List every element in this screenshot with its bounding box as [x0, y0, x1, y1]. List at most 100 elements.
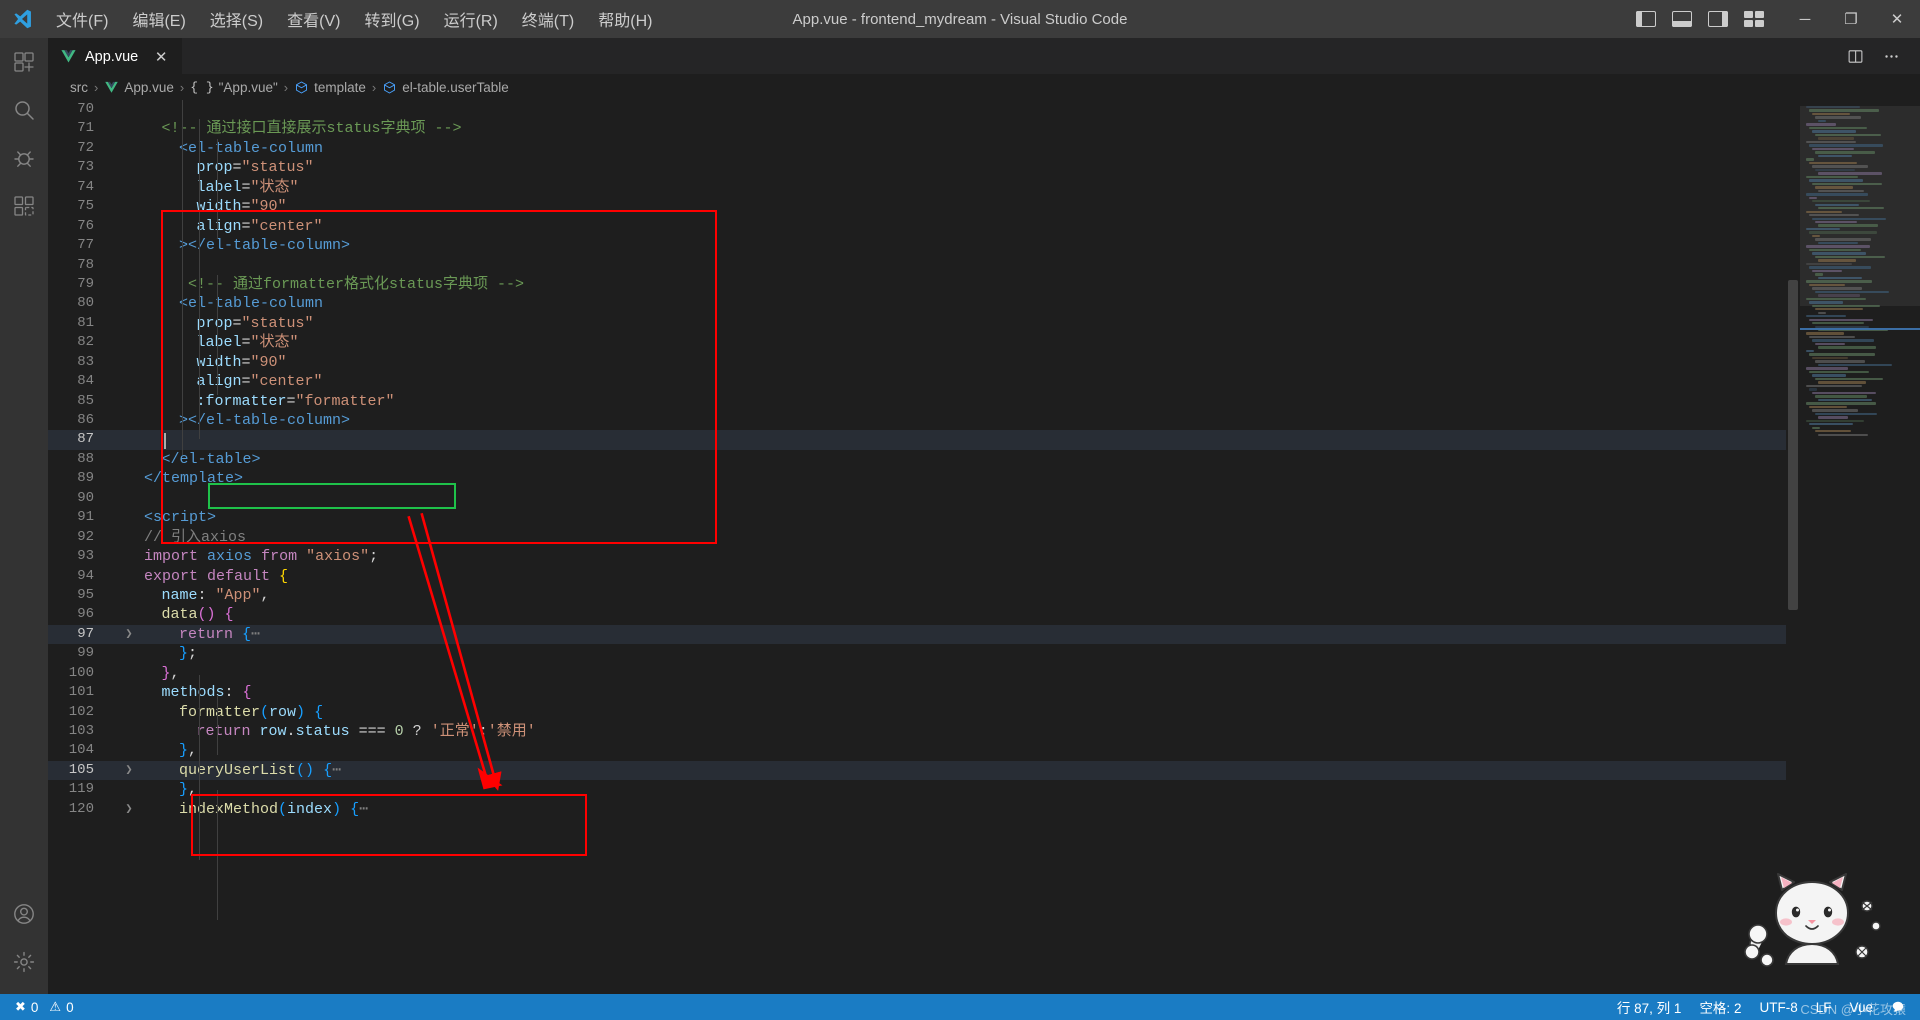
close-icon[interactable]: ✕: [152, 48, 170, 66]
code-token: }: [161, 664, 171, 682]
code-line[interactable]: 90: [48, 489, 1786, 508]
code-line[interactable]: 96 data() {: [48, 605, 1786, 624]
vscode-logo-icon: [0, 8, 44, 30]
code-line[interactable]: 70: [48, 100, 1786, 119]
menu-help[interactable]: 帮助(H): [586, 3, 664, 35]
more-actions-icon[interactable]: [1880, 46, 1902, 66]
status-editor-indentation[interactable]: 空格: 2: [1690, 994, 1750, 1020]
code-line[interactable]: 103 return row.status === 0 ? '正常':'禁用': [48, 722, 1786, 741]
close-button[interactable]: ✕: [1874, 0, 1920, 38]
code-line[interactable]: 92 // 引入axios: [48, 528, 1786, 547]
code-line[interactable]: 102 formatter(row) {: [48, 703, 1786, 722]
code-line[interactable]: 82 label="状态": [48, 333, 1786, 352]
code-token: </template>: [144, 470, 244, 488]
code-scroll-area[interactable]: 70 71 <!-- 通过接口直接展示status字典项 --> 72 <el-tabl…: [48, 100, 1786, 994]
accounts-icon[interactable]: [0, 890, 48, 938]
maximize-button[interactable]: ❐: [1828, 0, 1874, 38]
breadcrumb-item-file[interactable]: App.vue: [104, 80, 174, 95]
code-line[interactable]: 93 import axios from "axios";: [48, 547, 1786, 566]
menu-bar[interactable]: 文件(F) 编辑(E) 选择(S) 查看(V) 转到(G) 运行(R) 终端(T…: [44, 3, 664, 35]
breadcrumb-item-template[interactable]: template: [294, 80, 366, 95]
extensions-icon[interactable]: [0, 182, 48, 230]
status-editor-position[interactable]: 行 87, 列 1: [1608, 994, 1691, 1020]
code-line[interactable]: 72 <el-table-column: [48, 139, 1786, 158]
code-line[interactable]: 104},: [48, 741, 1786, 760]
status-feedback-icon[interactable]: [1882, 994, 1914, 1020]
toggle-secondary-sidebar-icon[interactable]: [1708, 10, 1728, 28]
code-token: ,: [260, 586, 270, 604]
code-line[interactable]: 76 align="center": [48, 217, 1786, 236]
code-token: 0: [394, 723, 404, 740]
code-line[interactable]: 97 ❯ return {⋯: [48, 624, 1786, 645]
code-token: =: [232, 314, 242, 332]
minimap[interactable]: [1800, 100, 1920, 994]
code-token: </el-table>: [161, 450, 261, 468]
code-line[interactable]: 119},: [48, 780, 1786, 799]
code-line[interactable]: 101 methods: {: [48, 683, 1786, 702]
code-line[interactable]: 86 ></el-table-column>: [48, 411, 1786, 430]
settings-gear-icon[interactable]: [0, 938, 48, 986]
minimap-line: [1809, 126, 1867, 130]
code-line[interactable]: 84 align="center": [48, 372, 1786, 391]
line-number: 94: [77, 567, 94, 584]
window-controls[interactable]: ─ ❐ ✕: [1782, 0, 1920, 38]
code-token: ): [332, 800, 342, 818]
code-line[interactable]: 99};: [48, 644, 1786, 663]
code-line[interactable]: 88 </el-table>: [48, 450, 1786, 469]
code-line[interactable]: 79 <!-- 通过formatter格式化status字典项 -->: [48, 275, 1786, 294]
code-line[interactable]: 73 prop="status": [48, 158, 1786, 177]
code-line[interactable]: 80 <el-table-column: [48, 294, 1786, 313]
breadcrumb-item-symbol-root[interactable]: { } "App.vue": [190, 80, 278, 95]
fold-chevron-icon[interactable]: ❯: [120, 800, 138, 819]
code-line[interactable]: 120 ❯ indexMethod(index) {⋯: [48, 800, 1786, 819]
status-editor-eol[interactable]: LF: [1807, 994, 1841, 1020]
breadcrumb-item-el-table[interactable]: el-table.userTable: [382, 80, 509, 95]
layout-controls[interactable]: [1636, 10, 1782, 28]
fold-chevron-icon[interactable]: ❯: [120, 761, 138, 780]
fold-chevron-icon[interactable]: ❯: [120, 625, 138, 644]
menu-go[interactable]: 转到(G): [352, 3, 431, 35]
tab-app-vue[interactable]: App.vue ✕: [48, 38, 183, 74]
code-line[interactable]: 95 name: "App",: [48, 586, 1786, 605]
code-token: =: [232, 159, 242, 177]
toggle-primary-sidebar-icon[interactable]: [1636, 10, 1656, 28]
search-icon[interactable]: [0, 86, 48, 134]
run-and-debug-icon[interactable]: [0, 134, 48, 182]
menu-view[interactable]: 查看(V): [275, 3, 352, 35]
split-editor-icon[interactable]: [1844, 46, 1866, 66]
code-line[interactable]: 83 width="90": [48, 353, 1786, 372]
menu-file[interactable]: 文件(F): [44, 3, 120, 35]
editor-scrollbar[interactable]: [1786, 100, 1800, 994]
menu-terminal[interactable]: 终端(T): [510, 3, 586, 35]
code-line[interactable]: 91 <script>: [48, 508, 1786, 527]
code-line[interactable]: 78: [48, 256, 1786, 275]
code-editor[interactable]: 70 71 <!-- 通过接口直接展示status字典项 --> 72 <el-tabl…: [48, 100, 1920, 994]
code-line[interactable]: 87: [48, 430, 1786, 450]
indent-guide: [217, 275, 218, 395]
status-problems[interactable]: ✖ 0 ⚠ 0: [6, 994, 83, 1020]
code-line[interactable]: 89 </template>: [48, 469, 1786, 488]
code-line[interactable]: 75 width="90": [48, 197, 1786, 216]
breadcrumb-item-src[interactable]: src: [70, 80, 88, 95]
code-lines[interactable]: 70 71 <!-- 通过接口直接展示status字典项 --> 72 <el-tabl…: [48, 100, 1786, 920]
code-line[interactable]: 105 ❯ queryUserList() {⋯: [48, 760, 1786, 781]
code-line[interactable]: 74 label="状态": [48, 178, 1786, 197]
code-line[interactable]: 77 ></el-table-column>: [48, 236, 1786, 255]
editor-scrollbar-thumb[interactable]: [1788, 280, 1798, 610]
menu-selection[interactable]: 选择(S): [198, 3, 275, 35]
code-line[interactable]: 94 export default {: [48, 567, 1786, 586]
menu-run[interactable]: 运行(R): [432, 3, 510, 35]
toggle-panel-icon[interactable]: [1672, 10, 1692, 28]
code-line[interactable]: 85:formatter="formatter": [48, 392, 1786, 411]
customize-layout-icon[interactable]: [1744, 10, 1764, 28]
indent-guide: [199, 119, 200, 439]
code-line[interactable]: 100},: [48, 664, 1786, 683]
code-line[interactable]: 81 prop="status": [48, 314, 1786, 333]
status-editor-language[interactable]: Vue: [1840, 994, 1882, 1020]
explorer-icon[interactable]: [0, 38, 48, 86]
minimize-button[interactable]: ─: [1782, 0, 1828, 38]
menu-edit[interactable]: 编辑(E): [120, 3, 197, 35]
status-editor-encoding[interactable]: UTF-8: [1750, 994, 1806, 1020]
code-line[interactable]: 71 <!-- 通过接口直接展示status字典项 -->: [48, 119, 1786, 138]
